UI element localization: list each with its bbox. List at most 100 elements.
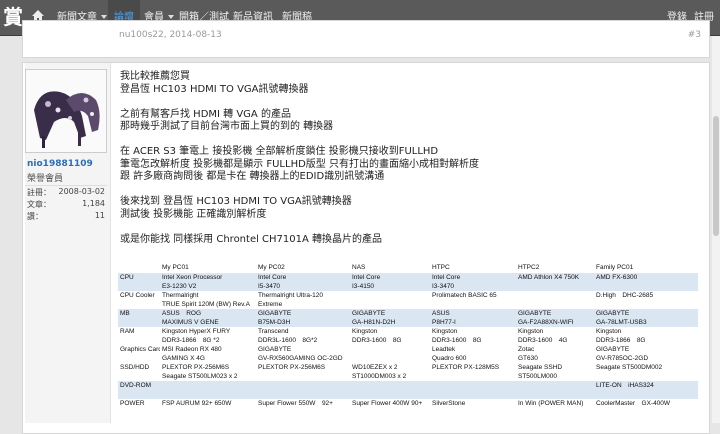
chevron-down-icon bbox=[101, 15, 107, 19]
table-cell: ASUS ROG bbox=[160, 309, 256, 318]
table-cell: ASUS bbox=[430, 309, 516, 318]
table-cell bbox=[516, 381, 594, 390]
table-cell: GIGABYTE bbox=[258, 346, 292, 353]
row-label: CPU bbox=[118, 273, 160, 291]
table-cell bbox=[350, 408, 430, 417]
table-row: MB ASUS ROG GIGABYTE GIGABYTE ASUS GIGABYTE GI… bbox=[118, 309, 698, 327]
post-meta: nu100s22, 2014-08-13 bbox=[119, 30, 222, 40]
table-cell: Thermalright Ultra-120 bbox=[258, 292, 324, 299]
stat-registered: 註冊： 2008-03-02 bbox=[27, 187, 105, 197]
table-cell: CoolerMaster GX-400W bbox=[596, 400, 671, 407]
table-cell: Kingston bbox=[352, 328, 378, 335]
table-cell: Thermalright bbox=[162, 292, 199, 299]
table-cell: GA-F2A88XN-WIFI bbox=[516, 318, 594, 327]
table-cell: DDR3-1866 8G bbox=[596, 337, 646, 344]
table-cell bbox=[160, 390, 256, 399]
table-cell: D.High DHC-2685 bbox=[596, 292, 654, 299]
table-cell: DDR3-1600 8G bbox=[432, 337, 482, 344]
post-body: 我比較推薦您買 登昌恆 HC103 HDMI TO VGA訊號轉換器 之前有幫客… bbox=[120, 71, 700, 259]
table-cell: DDR3L-1600 8G*2 bbox=[258, 337, 318, 344]
table-cell: P8H77-I bbox=[430, 318, 516, 327]
stat-posts: 文章： 1,184 bbox=[27, 199, 105, 209]
table-cell bbox=[256, 381, 350, 390]
table-row bbox=[118, 408, 698, 417]
row-label: MB bbox=[118, 309, 160, 327]
paragraph: 之前有幫客戶找 HDMI 轉 VGA 的產品 那時幾乎測試了目前台灣市面上買的到… bbox=[120, 108, 334, 133]
avatar[interactable] bbox=[25, 69, 107, 153]
table-cell bbox=[350, 291, 430, 300]
paragraph: 或是你能找 同樣採用 Chrontel CH7101A 轉換晶片的產品 bbox=[120, 233, 383, 245]
table-cell: PLEXTOR PX-256M6S bbox=[162, 364, 230, 371]
table-header-row: My PC01 My PC02 NAS HTPC HTPC2 Family PC… bbox=[118, 262, 698, 273]
column-header: My PC01 bbox=[162, 264, 189, 271]
table-cell: Intel Xeon Processor bbox=[160, 273, 256, 282]
table-cell bbox=[516, 291, 594, 300]
pc-specs-table: My PC01 My PC02 NAS HTPC HTPC2 Family PC… bbox=[118, 262, 698, 417]
table-row: TRUE Spirit 120M (BW) Rev.A Extreme bbox=[118, 300, 698, 309]
table-cell: Kingston bbox=[432, 328, 458, 335]
table-cell: GIGABYTE bbox=[516, 309, 594, 318]
table-row bbox=[118, 390, 698, 399]
table-cell bbox=[594, 408, 698, 417]
table-row: GAMING X 4G GV-RX560GAMING OC-2GD Quadro 6… bbox=[118, 354, 698, 363]
table-cell: LITE-ON iHAS324 bbox=[594, 381, 698, 390]
vertical-scrollbar[interactable] bbox=[712, 36, 720, 423]
table-cell bbox=[430, 372, 516, 381]
table-cell: GIGABYTE bbox=[596, 346, 630, 353]
table-cell: Seagate SSHD bbox=[518, 364, 563, 371]
table-cell bbox=[430, 381, 516, 390]
table-cell bbox=[256, 372, 350, 381]
table-cell: E3-1230 V2 bbox=[160, 282, 256, 291]
column-header bbox=[118, 262, 160, 273]
stat-likes: 讚： 11 bbox=[27, 211, 105, 221]
table-row: DVD-ROM LITE-ON iHAS324 bbox=[118, 381, 698, 399]
table-row: E3-1230 V2 I5-3470 I3-4150 I3-3470 bbox=[118, 282, 698, 291]
table-row: Seagate ST500LM023 x 2 ST1000DM003 x 2 ST5… bbox=[118, 372, 698, 381]
table-cell bbox=[430, 300, 516, 309]
column-header: My PC02 bbox=[258, 264, 285, 271]
table-row: CPU Intel Xeon Processor Intel Core Intel C… bbox=[118, 273, 698, 291]
table-cell bbox=[350, 381, 430, 390]
row-label: RAM bbox=[120, 328, 135, 335]
table-cell: ST1000DM003 x 2 bbox=[352, 373, 407, 380]
table-row: MAXIMUS V GENE B75M-D3H GA-H81N-D2H P8H77-I… bbox=[118, 318, 698, 327]
table-cell bbox=[160, 381, 256, 390]
scrollbar-thumb[interactable] bbox=[713, 116, 719, 236]
table-row: SSD/HDD PLEXTOR PX-256M6S PLEXTOR PX-256M6… bbox=[118, 363, 698, 372]
table-cell bbox=[350, 300, 430, 309]
table-cell: Kingston bbox=[596, 328, 622, 335]
row-label: Graphics Card bbox=[120, 346, 160, 353]
table-cell bbox=[256, 408, 350, 417]
author-sidebar: nio19881109 榮譽會員 註冊： 2008-03-02 文章： 1,18… bbox=[25, 63, 111, 423]
table-cell: PLEXTOR PX-256M6S bbox=[258, 364, 326, 371]
table-cell: GIGABYTE bbox=[350, 309, 430, 318]
table-row: POWER FSP AURUM 92+ 650W Super Flower 550W… bbox=[118, 399, 698, 408]
table-cell: GAMING X 4G bbox=[162, 355, 205, 362]
table-cell: GA-H81N-D2H bbox=[350, 318, 430, 327]
table-cell: I3-4150 bbox=[350, 282, 430, 291]
previous-post: nu100s22, 2014-08-13 #3 bbox=[22, 20, 710, 58]
user-stats: 註冊： 2008-03-02 文章： 1,184 讚： 11 bbox=[25, 185, 107, 222]
column-header: HTPC2 bbox=[518, 264, 540, 271]
table-cell: DDR3-1600 8G bbox=[352, 337, 402, 344]
user-rank: 榮譽會員 bbox=[27, 174, 64, 184]
table-row: Graphics Card MSI Radeon RX 480 GIGABYTE Le… bbox=[118, 345, 698, 354]
forum-post: nio19881109 榮譽會員 註冊： 2008-03-02 文章： 1,18… bbox=[22, 62, 710, 434]
avatar-image bbox=[26, 70, 106, 152]
chevron-down-icon bbox=[168, 15, 174, 19]
post-permalink[interactable]: #3 bbox=[688, 30, 701, 40]
table-cell: FSP AURUM 92+ 650W bbox=[162, 400, 232, 407]
table-cell bbox=[430, 408, 516, 417]
table-cell: MSI Radeon RX 480 bbox=[162, 346, 222, 353]
table-cell: AMD FX-6300 bbox=[594, 273, 698, 282]
row-label: DVD-ROM bbox=[118, 381, 160, 399]
column-header: Family PC01 bbox=[596, 264, 634, 271]
table-cell: MAXIMUS V GENE bbox=[160, 318, 256, 327]
table-cell bbox=[516, 282, 594, 291]
table-cell: PLEXTOR PX-128M5S bbox=[432, 364, 500, 371]
column-header: NAS bbox=[352, 264, 366, 271]
table-cell: Prolimatech BASIC 65 bbox=[432, 292, 497, 299]
username[interactable]: nio19881109 bbox=[27, 159, 93, 169]
row-label: POWER bbox=[120, 400, 145, 407]
table-cell: B75M-D3H bbox=[256, 318, 350, 327]
